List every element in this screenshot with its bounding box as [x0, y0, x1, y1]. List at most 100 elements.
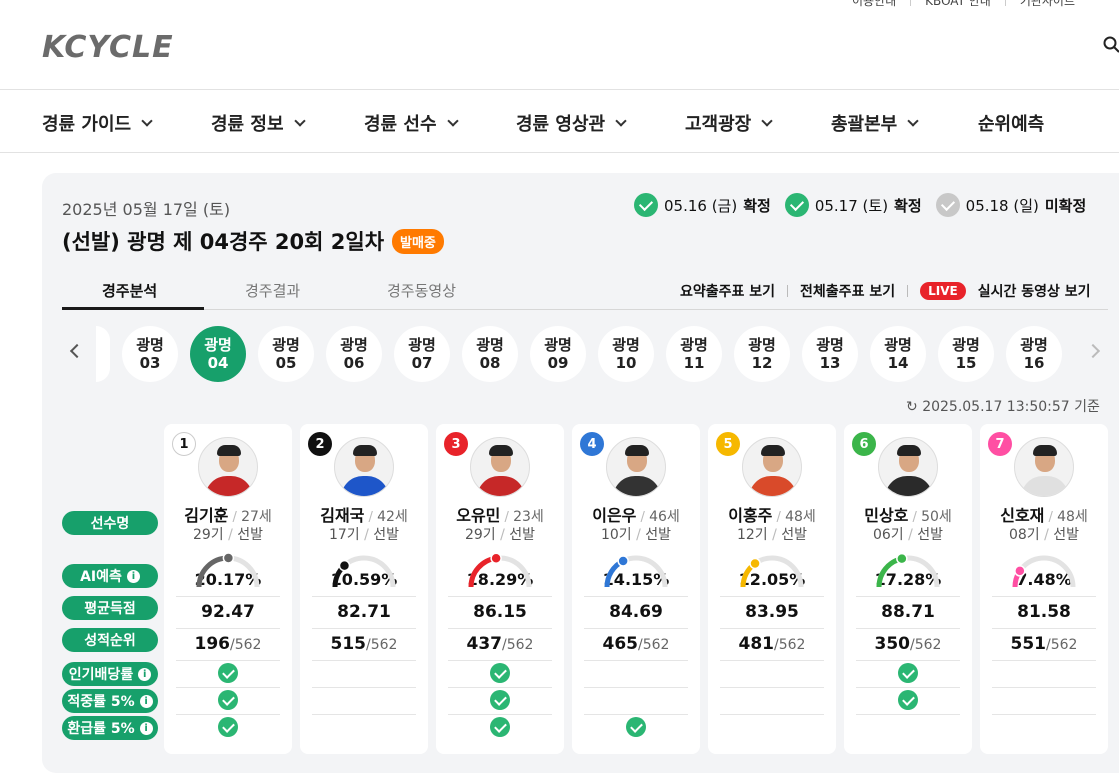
day-status-2[interactable]: 05.18 (일) 미확정: [935, 193, 1086, 217]
info-icon[interactable]: i: [139, 694, 153, 708]
status-state: 확정: [743, 196, 771, 215]
rider-name[interactable]: 민상호: [864, 506, 908, 525]
rider-photo[interactable]: [1014, 437, 1074, 497]
race-circle-05[interactable]: 광명 05: [258, 326, 314, 382]
rank-total: /562: [366, 637, 398, 653]
row-label-text: AI예측: [80, 569, 122, 585]
updated-time: ↻ 2025.05.17 13:50:57 기준: [906, 396, 1100, 416]
divider: [720, 714, 824, 715]
rider-card-1[interactable]: 1 김기훈 / 27세 29기 / 선발 20.17% 92.47 196/562: [164, 424, 292, 754]
search-icon[interactable]: [1103, 36, 1119, 54]
divider: [1004, 0, 1006, 6]
nav-race-video[interactable]: 경륜 영상관: [516, 110, 627, 136]
hair-shape: [1033, 445, 1057, 456]
tab-race-result[interactable]: 경주결과: [245, 280, 300, 301]
post-number-badge: 6: [852, 432, 876, 456]
race-circle-14[interactable]: 광명 14: [870, 326, 926, 382]
race-circle-13[interactable]: 광명 13: [802, 326, 858, 382]
slash: /: [495, 527, 510, 543]
day-status-0[interactable]: 05.16 (금) 확정: [634, 193, 771, 217]
day-status-1[interactable]: 05.17 (토) 확정: [784, 193, 922, 217]
nav-prediction[interactable]: 순위예측: [978, 110, 1044, 136]
nav-customer[interactable]: 고객광장: [685, 110, 773, 136]
rider-name-row: 오유민 / 23세: [436, 502, 564, 526]
summary-program-link[interactable]: 요약출주표 보기: [680, 281, 775, 301]
check-circle-icon: [898, 663, 918, 683]
main-navigation: 경륜 가이드 경륜 정보 경륜 선수 경륜 영상관 고객광장 총괄본부 순위예측: [0, 90, 1119, 153]
rank-value: 350: [874, 634, 911, 654]
rank-value: 551: [1010, 634, 1047, 654]
info-icon[interactable]: i: [126, 569, 140, 583]
divider: [584, 687, 688, 688]
full-program-link[interactable]: 전체출주표 보기: [800, 281, 895, 301]
rider-grade: 선발: [509, 527, 536, 543]
rider-card-4[interactable]: 4 이은우 / 46세 10기 / 선발 14.15% 84.69 465/562: [572, 424, 700, 754]
race-circle-15[interactable]: 광명 15: [938, 326, 994, 382]
rider-generation-row: 08기 / 선발: [980, 524, 1108, 544]
kcycle-logo[interactable]: KCYCLE: [42, 30, 174, 65]
race-circle-04[interactable]: 광명 04: [190, 326, 246, 382]
race-number: 11: [683, 354, 705, 372]
rider-photo[interactable]: [878, 437, 938, 497]
rider-card-6[interactable]: 6 민상호 / 50세 06기 / 선발 17.28% 88.71 350/562: [844, 424, 972, 754]
live-video-link[interactable]: 실시간 동영상 보기: [978, 281, 1091, 301]
race-circle-10[interactable]: 광명 10: [598, 326, 654, 382]
hair-shape: [217, 445, 241, 456]
top-link-2[interactable]: 기관사이트: [1020, 0, 1075, 9]
tab-race-video[interactable]: 경주동영상: [387, 280, 456, 301]
rider-name[interactable]: 김기훈: [184, 506, 228, 525]
race-circle-11[interactable]: 광명 11: [666, 326, 722, 382]
top-link-1[interactable]: KBOAT 안내: [925, 0, 991, 9]
race-number: 03: [139, 354, 161, 372]
post-number-badge: 3: [444, 432, 468, 456]
chevron-left-icon[interactable]: [69, 343, 85, 359]
rider-name[interactable]: 김재국: [320, 506, 364, 525]
divider: [312, 596, 416, 597]
nav-race-info[interactable]: 경륜 정보: [211, 110, 306, 136]
rank-total-value: 562: [506, 637, 534, 653]
top-link-0[interactable]: 이용안내: [852, 0, 896, 9]
race-venue: 광명: [136, 336, 164, 354]
rider-photo[interactable]: [606, 437, 666, 497]
rider-photo[interactable]: [198, 437, 258, 497]
nav-race-riders[interactable]: 경륜 선수: [364, 110, 459, 136]
race-circle-12[interactable]: 광명 12: [734, 326, 790, 382]
rider-age: 46세: [649, 509, 680, 525]
row-label-text: 환급률 5%: [67, 721, 135, 737]
rider-photo[interactable]: [470, 437, 530, 497]
refresh-icon[interactable]: ↻: [906, 399, 918, 415]
rider-card-5[interactable]: 5 이홍주 / 48세 12기 / 선발 12.05% 83.95 481/562: [708, 424, 836, 754]
rider-name[interactable]: 신호재: [1000, 506, 1044, 525]
rider-grade: 선발: [645, 527, 672, 543]
rider-name[interactable]: 이은우: [592, 506, 636, 525]
race-circle-09[interactable]: 광명 09: [530, 326, 586, 382]
rider-photo[interactable]: [334, 437, 394, 497]
chevron-right-icon[interactable]: [1085, 343, 1101, 359]
divider: [312, 660, 416, 661]
nav-race-guide[interactable]: 경륜 가이드: [42, 110, 153, 136]
race-circle-07[interactable]: 광명 07: [394, 326, 450, 382]
rider-card-2[interactable]: 2 김재국 / 42세 17기 / 선발 10.59% 82.71 515/562: [300, 424, 428, 754]
rider-card-7[interactable]: 7 신호재 / 48세 08기 / 선발 7.48% 81.58 551/562: [980, 424, 1108, 754]
info-icon[interactable]: i: [139, 721, 153, 735]
race-circle-06[interactable]: 광명 06: [326, 326, 382, 382]
post-number-badge: 1: [172, 432, 196, 456]
race-circle-16[interactable]: 광명 16: [1006, 326, 1062, 382]
average-score: 92.47: [201, 602, 255, 622]
rider-card-3[interactable]: 3 오유민 / 23세 29기 / 선발 18.29% 86.15 437/562: [436, 424, 564, 754]
slash: /: [1039, 527, 1054, 543]
average-score: 82.71: [337, 602, 391, 622]
rider-photo[interactable]: [742, 437, 802, 497]
tab-race-analysis[interactable]: 경주분석: [102, 280, 157, 301]
rider-age: 42세: [377, 509, 408, 525]
row-label-rank: 성적순위: [62, 628, 158, 652]
race-circle-03[interactable]: 광명 03: [122, 326, 178, 382]
info-icon[interactable]: i: [138, 667, 152, 681]
rider-name[interactable]: 오유민: [456, 506, 500, 525]
rider-name[interactable]: 이홍주: [728, 506, 772, 525]
rider-generation-row: 29기 / 선발: [436, 524, 564, 544]
ai-gauge: [604, 555, 668, 588]
nav-headquarters[interactable]: 총괄본부: [831, 110, 919, 136]
divider: [992, 628, 1096, 629]
race-circle-08[interactable]: 광명 08: [462, 326, 518, 382]
